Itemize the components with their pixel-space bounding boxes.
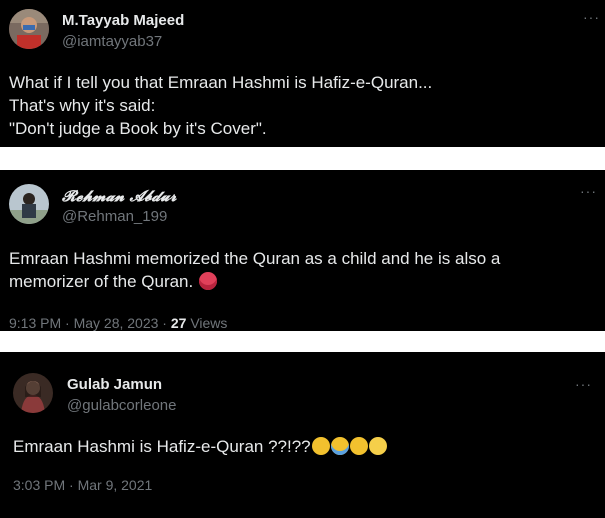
more-horizontal-icon[interactable]: ··· xyxy=(575,377,592,391)
display-name[interactable]: 𝓡𝓮𝓱𝓶𝓪𝓷 𝓐𝓫𝓭𝓾𝓻 xyxy=(62,187,176,205)
woozy-face-emoji xyxy=(368,437,387,455)
tweet-card-1[interactable]: M.Tayyab Majeed @iamtayyab37 ··· What if… xyxy=(0,0,605,147)
raised-eyebrow-emoji xyxy=(349,437,368,455)
more-horizontal-icon[interactable]: ··· xyxy=(580,184,597,198)
views-count: 27 xyxy=(170,315,187,331)
tweet-meta: 9:13 PM · May 28, 2023 · 27 Views xyxy=(9,315,227,331)
tweet-text-line: "Don't judge a Book by it's Cover". xyxy=(9,119,267,138)
tweet-card-2[interactable]: 𝓡𝓮𝓱𝓶𝓪𝓷 𝓐𝓫𝓭𝓾𝓻 @Rehman_199 ··· Emraan Hash… xyxy=(0,170,605,331)
avatar[interactable] xyxy=(9,184,49,224)
timestamp[interactable]: 9:13 PM · May 28, 2023 · xyxy=(9,315,171,331)
username-handle[interactable]: @Rehman_199 xyxy=(62,208,167,225)
hot-face-emoji xyxy=(198,272,217,290)
tweet-text-line: memorizer of the Quran. xyxy=(9,272,194,291)
display-name[interactable]: Gulab Jamun xyxy=(67,376,162,393)
tweet-text: What if I tell you that Emraan Hashmi is… xyxy=(9,71,432,140)
username-handle[interactable]: @gulabcorleone xyxy=(67,397,176,414)
avatar[interactable] xyxy=(9,9,49,49)
tweet-text-line-with-emoji: memorizer of the Quran. xyxy=(9,270,500,293)
tears-of-joy-emoji xyxy=(311,437,330,455)
username-handle[interactable]: @iamtayyab37 xyxy=(62,33,162,50)
tweet-text: Emraan Hashmi memorized the Quran as a c… xyxy=(9,247,500,293)
tweet-text-line: What if I tell you that Emraan Hashmi is… xyxy=(9,73,433,92)
views-label: Views xyxy=(186,315,228,331)
tweet-text-line: Emraan Hashmi is Hafiz-e-Quran ??!?? xyxy=(13,437,311,456)
loudly-crying-emoji xyxy=(330,437,349,455)
tweet-text-line: Emraan Hashmi memorized the Quran as a c… xyxy=(9,249,501,268)
tweet-text: Emraan Hashmi is Hafiz-e-Quran ??!?? xyxy=(13,435,387,458)
more-horizontal-icon[interactable]: ··· xyxy=(583,10,600,24)
timestamp[interactable]: 3:03 PM · Mar 9, 2021 xyxy=(13,477,152,493)
tweet-meta: 3:03 PM · Mar 9, 2021 xyxy=(13,477,152,493)
tweet-text-line: That's why it's said: xyxy=(9,96,156,115)
tweet-text-line-with-emoji: Emraan Hashmi is Hafiz-e-Quran ??!?? xyxy=(13,435,387,458)
display-name[interactable]: M.Tayyab Majeed xyxy=(62,12,184,29)
tweet-card-3[interactable]: Gulab Jamun @gulabcorleone ··· Emraan Ha… xyxy=(0,352,605,518)
avatar[interactable] xyxy=(13,373,53,413)
